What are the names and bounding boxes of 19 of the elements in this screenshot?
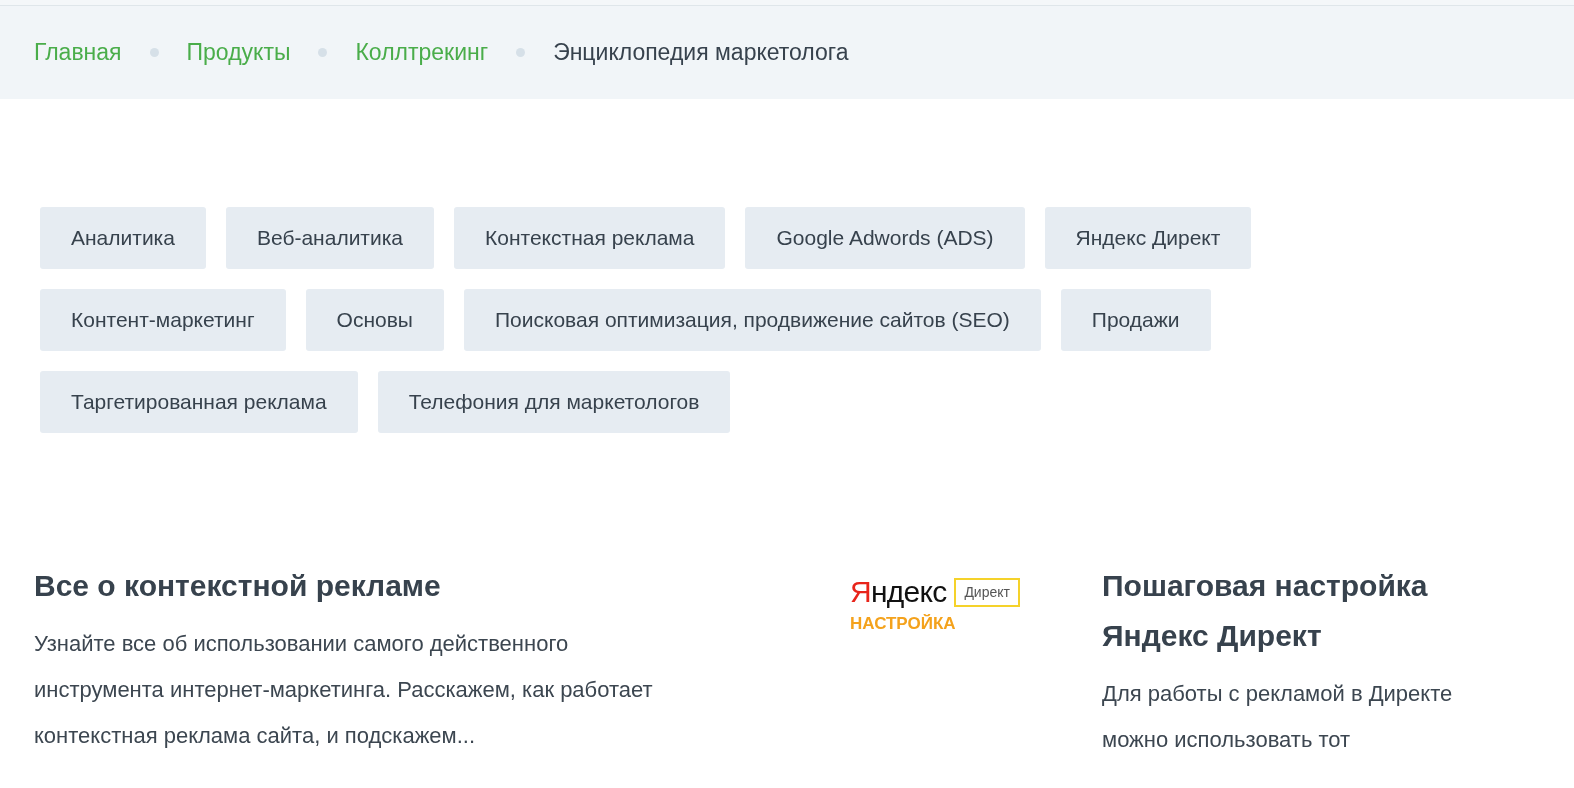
category-tag[interactable]: Поисковая оптимизация, продвижение сайтов (SEO) [463, 289, 1041, 351]
logo-caption: НАСТРОЙКА [850, 613, 956, 635]
article-excerpt: Узнайте все об использовании самого действенного инструмента интернет-маркетинга. Расскажем, как работает контекстная реклама сайта, и подскажем... [34, 630, 654, 750]
logo-brand: Яндекс [850, 575, 947, 609]
category-tag[interactable]: Контекстная реклама [454, 207, 726, 269]
category-tag[interactable]: Контент-маркетинг [40, 289, 286, 351]
article-title[interactable]: Все о контекстной рекламе [34, 553, 704, 611]
current-page-label: Энциклопедия маркетолога [553, 38, 849, 68]
category-tag[interactable]: Аналитика [40, 207, 206, 269]
category-tag[interactable]: Яндекс Директ [1044, 207, 1252, 269]
category-tag[interactable]: Таргетированная реклама [40, 371, 358, 433]
category-tag[interactable]: Продажи [1060, 289, 1211, 351]
article-title[interactable]: Пошаговая настройка Яндекс Директ [1102, 553, 1502, 661]
category-tag[interactable]: Google Adwords (ADS) [745, 207, 1025, 269]
category-tag[interactable]: Телефония для маркетологов [377, 371, 731, 433]
category-tag[interactable]: Веб-аналитика [225, 207, 435, 269]
article-excerpt: Для работы с рекламой в Директе можно использовать тот [1102, 680, 1454, 754]
category-tag[interactable]: Основы [305, 289, 444, 351]
logo-product: Директ [954, 577, 1020, 607]
